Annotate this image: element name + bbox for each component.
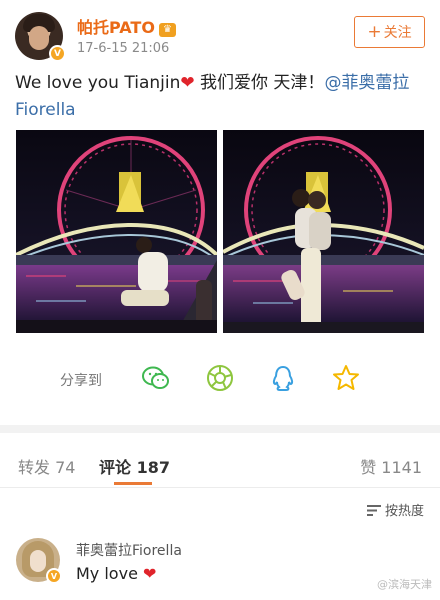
qq-icon[interactable] xyxy=(268,363,298,393)
watermark: @滨海天津 xyxy=(377,578,432,591)
sort-label: 按热度 xyxy=(384,504,424,519)
plus-icon: + xyxy=(367,22,382,42)
active-tab-indicator xyxy=(114,482,152,485)
share-row: 分享到 xyxy=(0,362,440,396)
post-text-english: We love you Tianjin xyxy=(15,73,181,93)
tab-likes[interactable]: 赞 1141 xyxy=(360,454,422,478)
commenter-verified-icon: V xyxy=(46,568,62,584)
sort-toggle[interactable]: 按热度 xyxy=(366,500,424,519)
post-text-chinese: 我们爱你 天津！ xyxy=(194,73,325,93)
comment-text: My love ❤ xyxy=(76,564,156,583)
heart-icon: ❤ xyxy=(143,564,157,583)
follow-button[interactable]: + 关注 xyxy=(354,16,425,48)
follow-label: 关注 xyxy=(383,25,412,41)
tab-comments[interactable]: 评论 187 xyxy=(99,454,170,478)
author-name[interactable]: 帕托PATO xyxy=(77,18,155,37)
crown-icon: ♛ xyxy=(158,23,176,37)
tab-reposts[interactable]: 转发 74 xyxy=(18,454,75,478)
photo-couple-sitting[interactable] xyxy=(16,130,217,333)
post-text: We love you Tianjin❤ 我们爱你 天津！@菲奥蕾拉Fiorel… xyxy=(15,70,425,124)
sort-icon xyxy=(366,505,381,516)
heart-icon: ❤ xyxy=(180,73,195,93)
share-label: 分享到 xyxy=(60,373,102,389)
photo-grid xyxy=(16,130,424,333)
section-divider xyxy=(0,425,440,433)
post-timestamp: 17-6-15 21:06 xyxy=(77,41,170,56)
comment-item: V 菲奥蕾拉Fiorella My love ❤ xyxy=(16,538,424,594)
photo-1-image xyxy=(16,130,217,333)
comment-body: My love xyxy=(76,564,138,583)
commenter-name[interactable]: 菲奥蕾拉Fiorella xyxy=(76,540,182,560)
avatar-face xyxy=(29,26,49,50)
verified-badge-icon: V xyxy=(49,45,66,62)
photo-2-image xyxy=(223,130,424,333)
commenter-avatar-face xyxy=(30,550,46,572)
author-username[interactable]: 帕托PATO ♛ xyxy=(77,14,176,38)
photo-couple-kissing[interactable] xyxy=(223,130,424,333)
qzone-star-icon[interactable] xyxy=(331,363,361,393)
post-header: V 帕托PATO ♛ 17-6-15 21:06 + 关注 xyxy=(15,12,425,62)
interaction-tabs: 转发 74 评论 187 赞 1141 xyxy=(0,448,440,488)
wechat-icon[interactable] xyxy=(141,363,171,393)
moments-icon[interactable] xyxy=(205,363,235,393)
